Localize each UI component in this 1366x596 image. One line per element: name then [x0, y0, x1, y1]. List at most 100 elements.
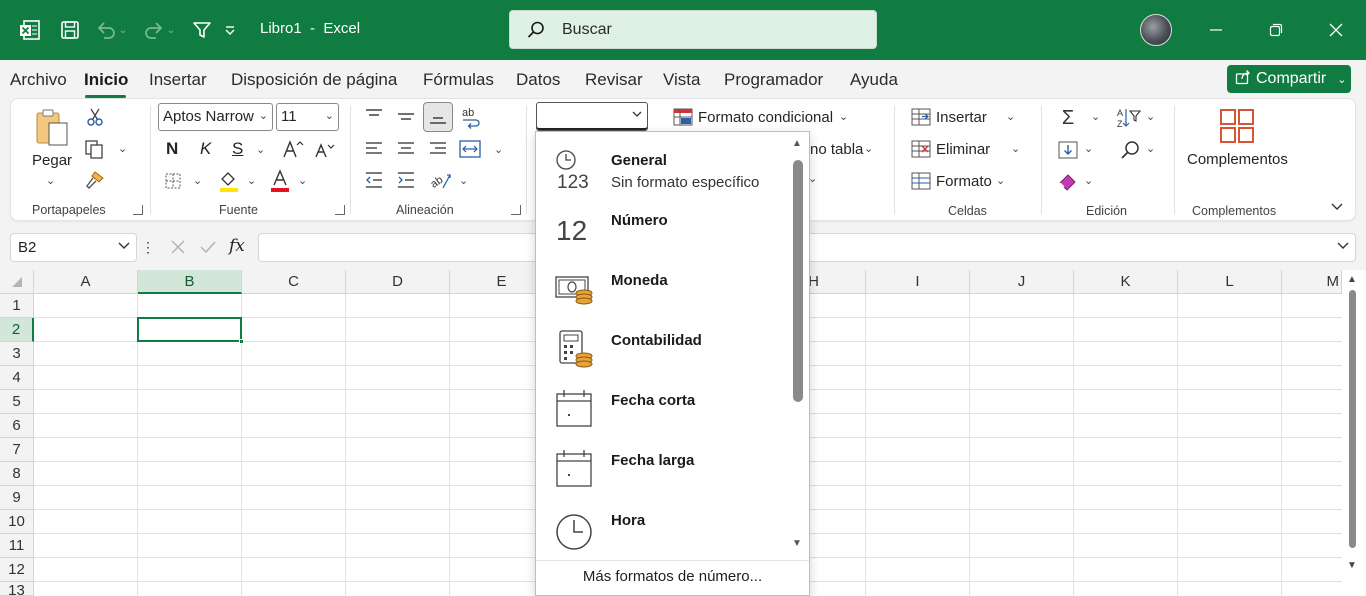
fill-color-icon[interactable] [217, 168, 241, 194]
paste-label[interactable]: Pegar [32, 152, 72, 169]
scroll-up-arrow-icon[interactable]: ▲ [792, 138, 802, 149]
tab-vista[interactable]: Vista [663, 70, 701, 90]
paste-icon[interactable] [32, 106, 72, 150]
minimize-icon[interactable] [1202, 16, 1230, 44]
share-chevron-icon[interactable]: ⌄ [1337, 73, 1346, 86]
align-right-icon[interactable] [426, 138, 450, 160]
bold-button[interactable]: N [166, 139, 178, 159]
merge-center-icon[interactable] [457, 137, 483, 161]
insert-function-button[interactable]: fx [229, 236, 245, 256]
redo-chevron-icon[interactable]: ⌄ [164, 16, 178, 44]
orientation-icon[interactable]: ab [428, 168, 454, 192]
align-top-icon[interactable] [362, 105, 386, 127]
row-header[interactable]: 10 [0, 510, 34, 534]
autosum-icon[interactable]: Σ [1056, 106, 1080, 130]
fill-down-icon[interactable] [1056, 139, 1080, 161]
delete-chevron-icon[interactable]: ⌄ [1011, 142, 1020, 155]
underline-chevron-icon[interactable]: ⌄ [256, 143, 265, 156]
close-icon[interactable] [1322, 16, 1350, 44]
insert-cells-label[interactable]: Insertar [936, 109, 987, 126]
find-select-icon[interactable] [1118, 138, 1142, 162]
list-item[interactable]: Contabilidad [536, 318, 788, 378]
underline-button[interactable]: S [232, 139, 243, 159]
fill-chevron-icon[interactable]: ⌄ [1084, 142, 1093, 155]
row-header[interactable]: 3 [0, 342, 34, 366]
increase-indent-icon[interactable] [394, 169, 418, 191]
list-item[interactable]: Moneda [536, 258, 788, 318]
share-button[interactable]: Compartir ⌄ [1227, 65, 1351, 93]
tab-programador[interactable]: Programador [724, 70, 823, 90]
column-header[interactable]: B [138, 270, 242, 294]
clear-chevron-icon[interactable]: ⌄ [1084, 174, 1093, 187]
format-cells-icon[interactable] [910, 171, 932, 191]
tab-inicio[interactable]: Inicio [84, 70, 128, 90]
row-header[interactable]: 9 [0, 486, 34, 510]
clear-icon[interactable] [1056, 170, 1080, 192]
orientation-chevron-icon[interactable]: ⌄ [459, 174, 468, 187]
table-format-chevron-icon[interactable]: ⌄ [864, 142, 873, 155]
portapapeles-launcher-icon[interactable] [133, 205, 143, 215]
column-header[interactable]: D [346, 270, 450, 294]
tab-archivo[interactable]: Archivo [10, 70, 67, 90]
vertical-scrollbar[interactable]: ▲ ▼ [1344, 274, 1360, 576]
more-number-formats-link[interactable]: Más formatos de número... [536, 560, 809, 596]
list-item[interactable]: 123 General Sin formato específico [536, 138, 788, 198]
row-header[interactable]: 11 [0, 534, 34, 558]
scroll-down-arrow-icon[interactable]: ▼ [792, 538, 802, 549]
tab-disposicion[interactable]: Disposición de página [231, 70, 397, 90]
conditional-format-icon[interactable] [672, 106, 694, 128]
fill-color-chevron-icon[interactable]: ⌄ [247, 174, 256, 187]
decrease-indent-icon[interactable] [362, 169, 386, 191]
row-header[interactable]: 7 [0, 438, 34, 462]
more-options-icon[interactable]: ⋮ [141, 237, 155, 257]
align-bottom-icon[interactable] [423, 102, 453, 132]
column-header[interactable]: M [1282, 270, 1342, 294]
format-cells-label[interactable]: Formato [936, 173, 992, 190]
dropdown-scrollbar-thumb[interactable] [793, 160, 803, 402]
decrease-font-icon[interactable] [314, 140, 336, 160]
row-header[interactable]: 1 [0, 294, 34, 318]
cut-icon[interactable] [84, 106, 106, 128]
list-item[interactable]: Hora [536, 498, 788, 558]
borders-icon[interactable] [162, 170, 184, 192]
save-icon[interactable] [56, 16, 84, 44]
scroll-up-arrow-icon[interactable]: ▲ [1347, 274, 1357, 285]
scrollbar-thumb[interactable] [1349, 290, 1356, 548]
merge-chevron-icon[interactable]: ⌄ [494, 143, 503, 156]
list-item[interactable]: Fecha corta [536, 378, 788, 438]
row-header[interactable]: 6 [0, 414, 34, 438]
align-middle-icon[interactable] [394, 105, 418, 127]
number-format-combo[interactable] [536, 102, 648, 131]
row-header[interactable]: 2 [0, 318, 34, 342]
conditional-format-chevron-icon[interactable]: ⌄ [839, 110, 848, 123]
list-item[interactable]: 12 Número [536, 198, 788, 258]
tab-ayuda[interactable]: Ayuda [850, 70, 898, 90]
alineacion-launcher-icon[interactable] [511, 205, 521, 215]
filter-icon[interactable] [188, 16, 216, 44]
column-header[interactable]: I [866, 270, 970, 294]
scroll-down-arrow-icon[interactable]: ▼ [1347, 560, 1357, 571]
table-format-label[interactable]: no tabla [810, 141, 863, 158]
selected-cell[interactable] [137, 317, 242, 342]
copy-chevron-icon[interactable]: ⌄ [118, 142, 127, 155]
name-box[interactable]: B2 [10, 233, 137, 262]
insert-cells-icon[interactable] [910, 107, 932, 127]
font-name-combo[interactable]: Aptos Narrow ⌄ [158, 103, 273, 131]
cancel-entry-icon[interactable] [166, 236, 190, 258]
font-size-combo[interactable]: 11 ⌄ [276, 103, 339, 131]
column-header[interactable]: K [1074, 270, 1178, 294]
dropdown-scrollbar[interactable]: ▲ ▼ [790, 138, 806, 554]
conditional-format-label[interactable]: Formato condicional [698, 109, 833, 126]
restore-icon[interactable] [1262, 16, 1290, 44]
borders-chevron-icon[interactable]: ⌄ [193, 174, 202, 187]
expand-formula-chevron-icon[interactable] [1337, 239, 1349, 253]
sort-filter-chevron-icon[interactable]: ⌄ [1146, 110, 1155, 123]
row-header[interactable]: 4 [0, 366, 34, 390]
customize-toolbar-icon[interactable] [222, 16, 238, 44]
fill-handle[interactable] [239, 339, 244, 344]
undo-chevron-icon[interactable]: ⌄ [116, 16, 130, 44]
paste-chevron-icon[interactable]: ⌄ [46, 174, 55, 187]
row-header[interactable]: 12 [0, 558, 34, 582]
row-header[interactable]: 13 [0, 582, 34, 596]
search-box[interactable]: Buscar [509, 10, 877, 49]
